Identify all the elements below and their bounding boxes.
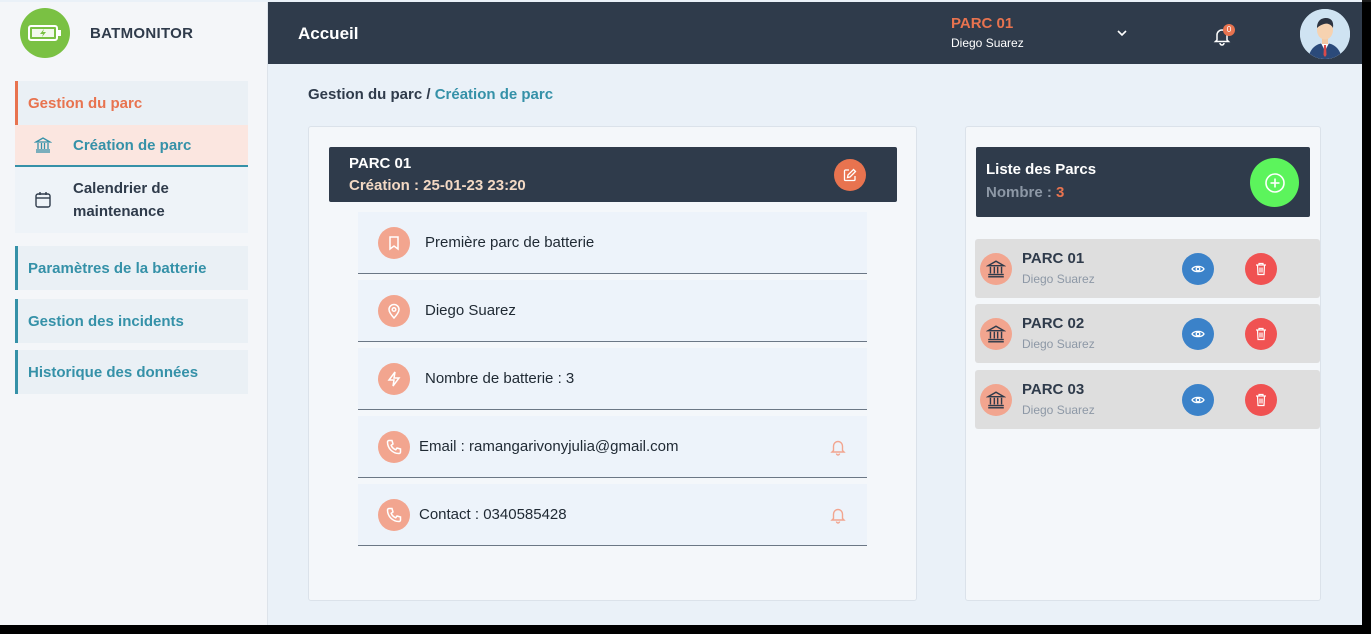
eye-icon [1191,265,1205,273]
menu-item-creation-de-parc[interactable]: Création de parc [15,125,248,167]
parc-selector-name: PARC 01 [951,15,1014,32]
view-button[interactable] [1182,384,1214,416]
parc-list-header: Liste des Parcs Nombre : 3 [976,147,1310,217]
notification-badge: 0 [1223,24,1235,36]
battery-icon [20,8,70,58]
page-title: Accueil [298,24,359,43]
top-header: Accueil PARC 01 Diego Suarez 0 [268,2,1362,64]
avatar[interactable] [1300,9,1350,59]
parc-selector-user: Diego Suarez [951,36,1024,50]
parc-item-name: PARC 03 [1022,381,1085,398]
bell-icon[interactable] [829,438,847,461]
menu-item-label: Calendrier de maintenance [73,180,169,220]
parc-detail-title: PARC 01 [349,155,412,172]
eye-icon [1191,396,1205,404]
breadcrumb-current: Création de parc [434,86,554,103]
info-location: Diego Suarez [425,302,516,319]
info-battery-count: Nombre de batterie : 3 [425,370,575,387]
parc-list-item[interactable]: PARC 03 Diego Suarez [975,370,1320,429]
trash-icon [1256,327,1266,341]
info-row-description: Première parc de batterie [358,212,867,274]
info-contact: Contact : 0340585428 [419,506,567,523]
plus-circle-icon [1264,172,1285,193]
parc-detail-creation-date: Création : 25-01-23 23:20 [349,177,526,194]
info-row-location: Diego Suarez [358,280,867,342]
info-description: Première parc de batterie [425,234,595,251]
menu-item-parametres-batterie[interactable]: Paramètres de la batterie [15,246,248,290]
parc-item-user: Diego Suarez [1022,272,1095,286]
parc-item-user: Diego Suarez [1022,337,1095,351]
phone-icon [378,498,410,531]
menu-gestion-du-parc[interactable]: Gestion du parc [15,81,248,125]
lightning-icon [378,362,410,395]
parc-list-item[interactable]: PARC 02 Diego Suarez [975,304,1320,363]
brand-name: BATMONITOR [90,24,194,42]
app: BATMONITOR Gestion du parc Création de p… [0,0,1362,625]
breadcrumb: Gestion du parc / Création de parc [308,86,553,103]
bank-icon [980,318,1012,350]
parc-item-name: PARC 01 [1022,250,1085,267]
parc-list-count-value: 3 [1056,184,1065,201]
view-button[interactable] [1182,253,1214,285]
bell-icon[interactable] [829,506,847,529]
delete-button[interactable] [1245,384,1277,416]
trash-icon [1256,393,1266,407]
breadcrumb-root[interactable]: Gestion du parc / [308,86,431,103]
edit-button[interactable] [834,159,866,191]
trash-icon [1256,262,1266,276]
bank-icon [980,384,1012,416]
calendar-icon [32,191,54,209]
info-email: Email : ramangarivonyjulia@gmail.com [419,438,679,455]
bank-icon [980,253,1012,285]
bank-icon [32,136,54,154]
menu-item-calendrier[interactable]: Calendrier de maintenance [15,167,248,233]
parc-item-user: Diego Suarez [1022,403,1095,417]
menu-group-gestion-parc: Gestion du parc Création de parc Calendr… [15,81,248,233]
edit-icon [843,168,857,182]
brand[interactable]: BATMONITOR [20,8,193,58]
menu-item-gestion-incidents[interactable]: Gestion des incidents [15,299,248,343]
menu-item-historique-donnees[interactable]: Historique des données [15,350,248,394]
add-parc-button[interactable] [1250,158,1299,207]
parc-detail-card: PARC 01 Création : 25-01-23 23:20 Premiè… [308,126,917,601]
parc-list-item[interactable]: PARC 01 Diego Suarez [975,239,1320,298]
delete-button[interactable] [1245,318,1277,350]
bookmark-icon [378,226,410,259]
parc-list-count: Nombre : 3 [986,184,1064,201]
parc-item-name: PARC 02 [1022,315,1085,332]
info-row-email: Email : ramangarivonyjulia@gmail.com [358,416,867,478]
sidebar: BATMONITOR Gestion du parc Création de p… [0,2,268,625]
parc-list-card: Liste des Parcs Nombre : 3 PARC 01 Diego… [965,126,1321,601]
chevron-down-icon[interactable] [1116,26,1128,44]
menu-item-label: Création de parc [73,136,192,154]
parc-selector[interactable]: PARC 01 Diego Suarez [951,15,1024,50]
parc-list-count-label: Nombre : [986,184,1052,201]
parc-detail-header: PARC 01 Création : 25-01-23 23:20 [329,147,897,202]
info-row-contact: Contact : 0340585428 [358,484,867,546]
info-row-battery-count: Nombre de batterie : 3 [358,348,867,410]
phone-icon [378,430,410,463]
delete-button[interactable] [1245,253,1277,285]
location-pin-icon [378,294,410,327]
parc-list-title: Liste des Parcs [986,161,1097,178]
view-button[interactable] [1182,318,1214,350]
eye-icon [1191,330,1205,338]
